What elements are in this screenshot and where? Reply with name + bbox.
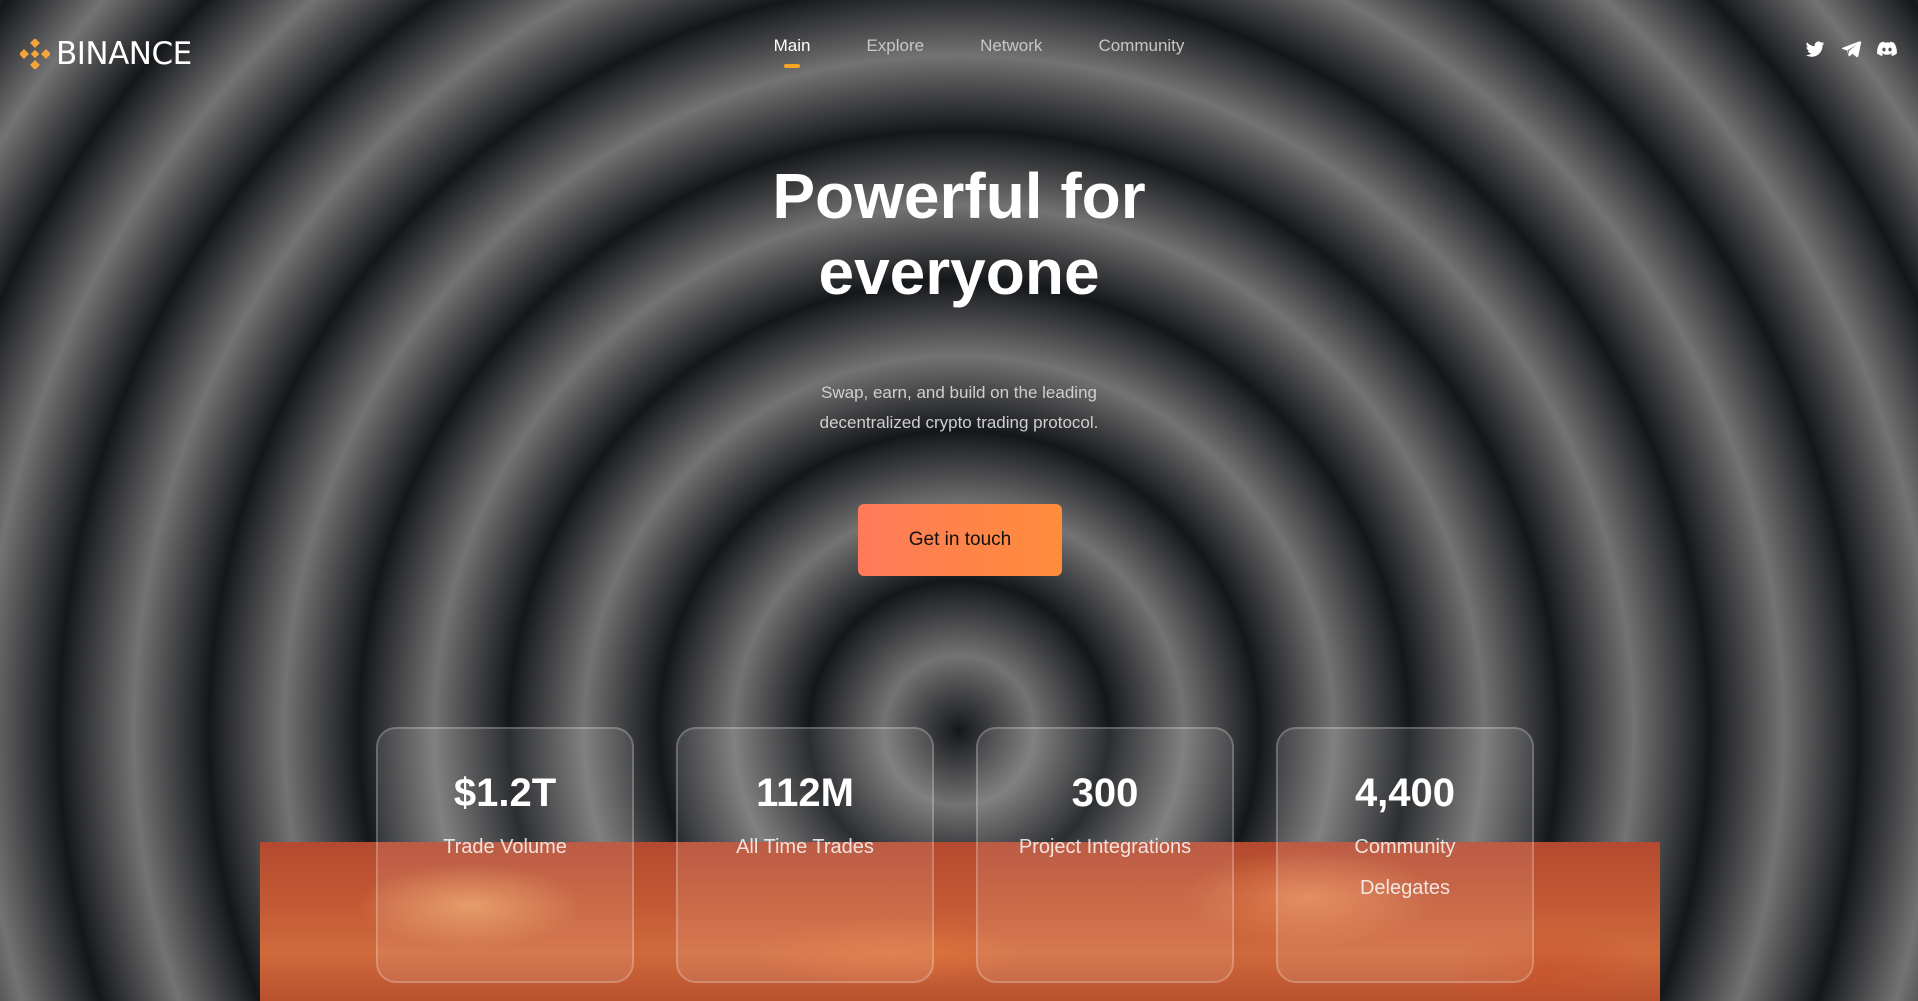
stat-label: Trade Volume (443, 836, 567, 858)
social-links (1804, 38, 1898, 60)
get-in-touch-button[interactable]: Get in touch (858, 504, 1062, 576)
site-header: BINANCE Main Explore Network Community (0, 0, 1918, 110)
discord-icon[interactable] (1876, 38, 1898, 60)
stat-value: 4,400 (1354, 771, 1456, 815)
hero-subtitle: Swap, earn, and build on the leading dec… (0, 378, 1918, 438)
stat-card-all-time-trades: 112M All Time Trades (676, 727, 934, 983)
stat-value: 300 (1071, 771, 1139, 815)
stat-label: Project Integrations (1018, 836, 1192, 858)
stat-label: Community Delegates (1354, 836, 1456, 899)
hero-subtitle-line-1: Swap, earn, and build on the leading (821, 383, 1097, 402)
stat-value: 112M (756, 771, 854, 815)
nav-item-main[interactable]: Main (746, 36, 839, 56)
nav-item-explore[interactable]: Explore (838, 36, 952, 56)
twitter-icon[interactable] (1804, 38, 1826, 60)
nav-item-network[interactable]: Network (952, 36, 1070, 56)
telegram-icon[interactable] (1840, 38, 1862, 60)
stat-card-project-integrations: 300 Project Integrations (976, 727, 1234, 983)
stat-value: $1.2T (453, 771, 557, 815)
hero-title-line-2: everyone (818, 236, 1100, 308)
hero-subtitle-line-2: decentralized crypto trading protocol. (819, 413, 1099, 432)
main-nav: Main Explore Network Community (0, 36, 1918, 56)
hero-title: Powerful for everyone (0, 158, 1918, 310)
hero-title-line-1: Powerful for (772, 160, 1146, 232)
nav-item-community[interactable]: Community (1070, 36, 1212, 56)
stats-row: $1.2T Trade Volume 112M All Time Trades … (0, 727, 1918, 983)
stat-card-community-delegates: 4,400 Community Delegates (1276, 727, 1534, 983)
stat-card-trade-volume: $1.2T Trade Volume (376, 727, 634, 983)
stat-label: All Time Trades (736, 836, 874, 858)
